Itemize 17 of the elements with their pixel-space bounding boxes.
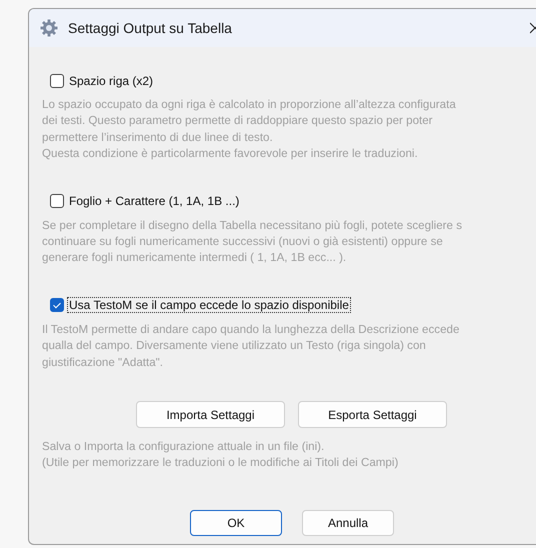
option-description: Lo spazio occupato da ogni riga è calcolato in proporzione all’altezza configurata dei testi. Questo parametro permette di raddoppiare questo spazio per poter permettere l’inserimento di due linee di testo. Questa condizione è particolarmente favorevole per inserire le traduzioni. <box>42 97 457 162</box>
note-text: Salva o Importa la configurazione attuale in un file (ini). (Utile per memorizzare le traduzioni o le modifiche ai Titoli dei Campi) <box>42 439 400 472</box>
dialog-button[interactable]: Annulla <box>302 510 394 536</box>
checkbox[interactable] <box>50 298 64 312</box>
checkbox-label[interactable]: Spazio riga (x2) <box>67 72 156 88</box>
settings-button[interactable]: Importa Settaggi <box>136 401 285 428</box>
settings-button[interactable]: Esporta Settaggi <box>298 401 447 428</box>
checkbox-label[interactable]: Usa TestoM se il campo eccede lo spazio disponibile <box>67 297 351 314</box>
window-title: Settaggi Output su Tabella <box>68 20 233 36</box>
checkbox-label[interactable]: Foglio + Carattere (1, 1A, 1B ...) <box>67 193 242 210</box>
gear-icon <box>40 19 58 37</box>
dialog-button[interactable]: OK <box>190 510 282 536</box>
checkbox[interactable] <box>50 74 64 88</box>
checkbox[interactable] <box>50 194 64 208</box>
option-description: Il TestoM permette di andare capo quando la lunghezza della Descrizione eccede qualla del campo. Diversamente viene utilizzato un Testo (riga singola) con giustificazione "Adatta". <box>42 322 460 371</box>
close-icon[interactable] <box>530 22 536 34</box>
option-description: Se per completare il disegno della Tabella necessitano più fogli, potete scegliere s continuare su fogli numericamente successivi (nuovi o già esistenti) oppure se generare fogli numericamente intermedi ( 1, 1A, 1B ecc... ). <box>42 218 463 266</box>
